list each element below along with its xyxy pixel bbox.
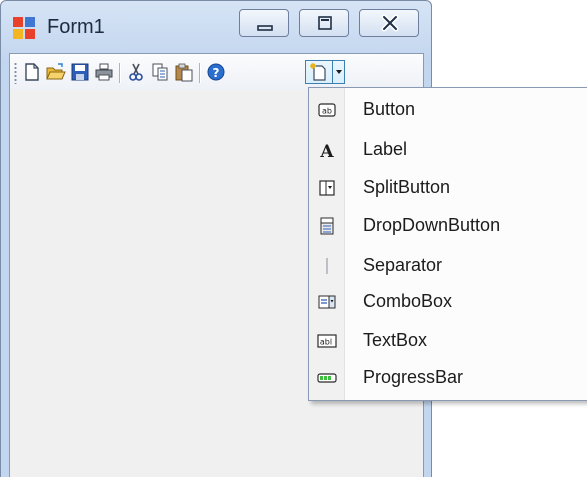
menu-item-button[interactable]: ab Button [309,92,587,128]
open-folder-icon[interactable] [46,62,66,82]
separator-icon [326,258,328,274]
toolbar-separator [119,63,120,83]
progressbar-icon [317,373,337,383]
new-icon[interactable] [22,62,42,82]
maximize-icon [318,16,332,30]
svg-text:ab: ab [322,107,332,116]
toolstrip-grip-icon[interactable] [14,62,17,84]
combobox-icon [318,295,336,309]
menu-item-textbox[interactable]: abl TextBox [309,323,587,359]
button-icon: ab [318,103,336,117]
title-bar[interactable]: Form1 [1,1,431,51]
menu-item-label: Label [363,139,408,159]
menu-item-label: Separator [363,255,443,275]
maximize-button[interactable] [299,9,349,37]
paste-icon[interactable] [174,62,194,82]
split-button-icon [319,180,335,196]
menu-item-combobox[interactable]: ComboBox [309,284,587,320]
label-icon: A [319,142,334,160]
copy-icon[interactable] [150,62,170,82]
menu-item-dropdown-button[interactable]: DropDownButton [309,208,587,244]
menu-item-label: Button [363,99,416,119]
toolbar-separator [199,63,200,83]
tool-strip: ? [10,54,423,90]
menu-item-label-control[interactable]: A Label [309,132,587,168]
dropdown-button-icon [320,217,334,235]
close-icon [381,14,399,32]
chevron-down-icon[interactable] [333,61,345,83]
menu-item-label: ComboBox [363,291,453,311]
close-button[interactable] [359,9,419,37]
menu-item-label: ProgressBar [363,367,464,387]
help-icon[interactable]: ? [206,62,226,82]
print-icon[interactable] [94,62,114,82]
svg-text:A: A [319,142,334,160]
menu-item-label: SplitButton [363,177,451,197]
menu-item-separator[interactable]: Separator [309,248,587,284]
add-item-split-button[interactable] [305,60,345,84]
menu-item-split-button[interactable]: SplitButton [309,170,587,206]
form-app-icon[interactable] [13,17,37,39]
add-item-dropdown-menu: ab Button A Label SplitButton DropDownBu… [308,87,587,401]
textbox-icon: abl [317,334,337,348]
window-title: Form1 [47,16,105,38]
new-item-icon [310,63,326,81]
cut-icon[interactable] [126,62,146,82]
svg-text:abl: abl [320,338,332,347]
save-icon[interactable] [70,62,90,82]
minimize-icon [257,25,273,31]
menu-item-label: TextBox [363,330,428,350]
svg-text:?: ? [213,66,220,80]
menu-item-progressbar[interactable]: ProgressBar [309,360,587,396]
minimize-button[interactable] [239,9,289,37]
menu-item-label: DropDownButton [363,215,501,235]
